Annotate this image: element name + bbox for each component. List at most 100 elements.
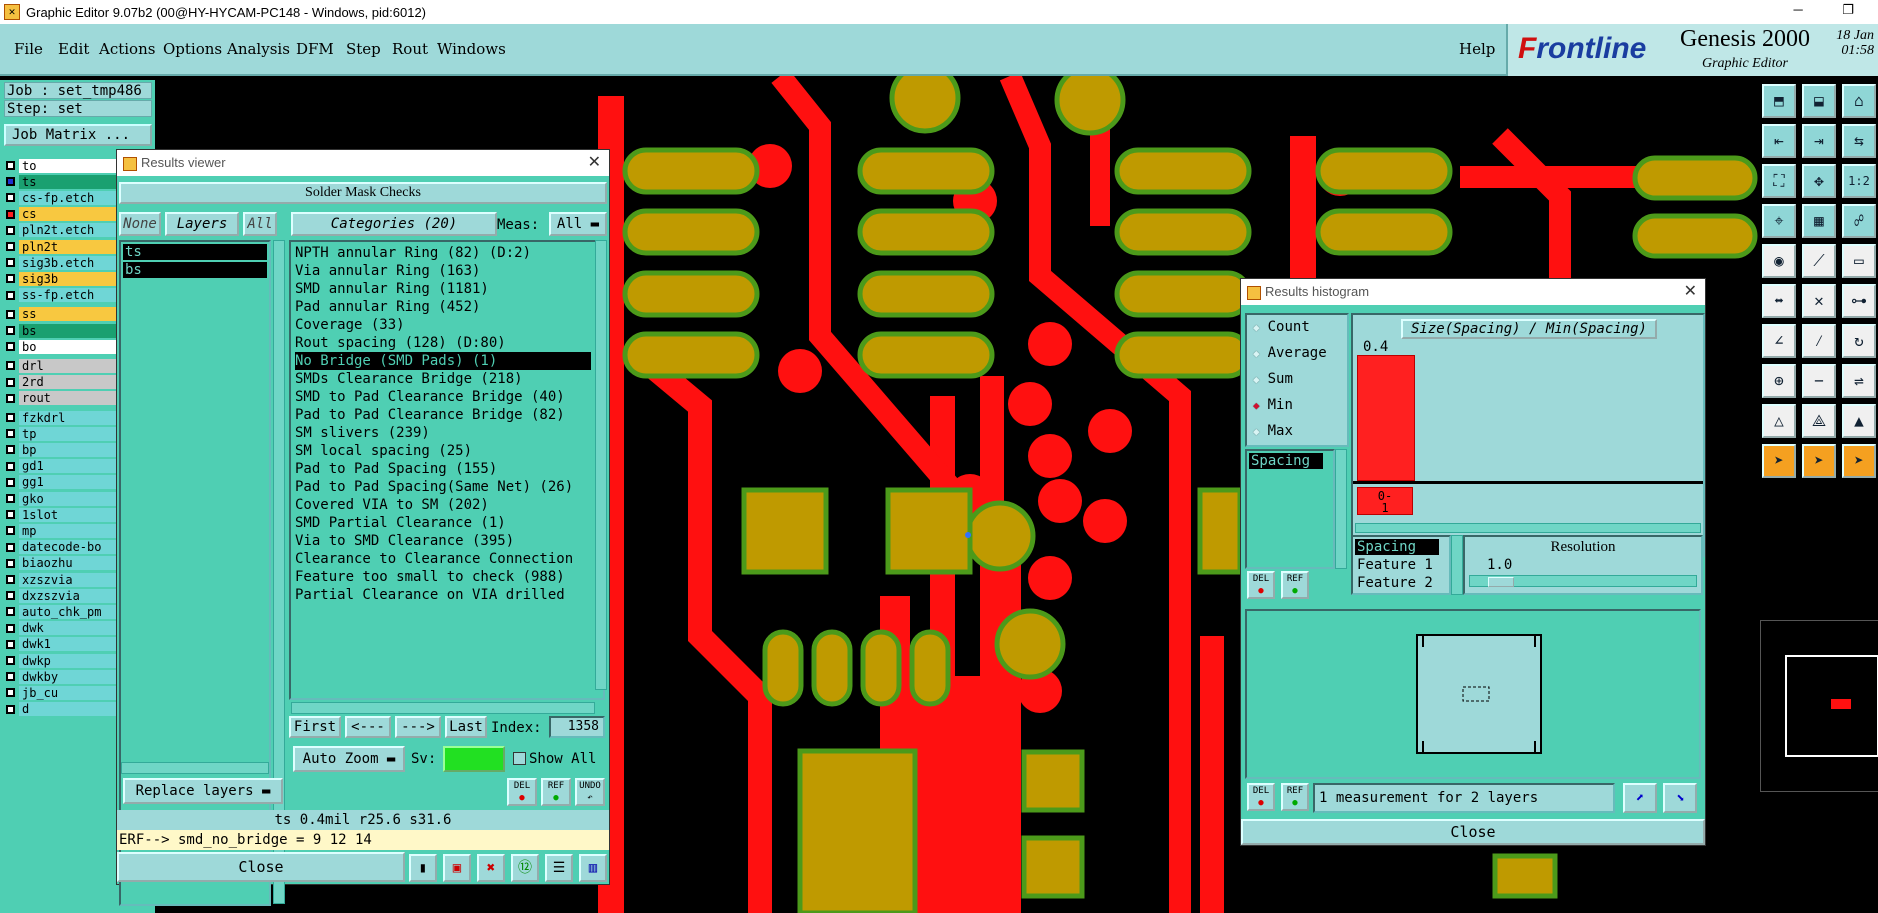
category-item[interactable]: Partial Clearance on VIA drilled	[295, 586, 565, 604]
layer-checkbox[interactable]	[6, 591, 15, 601]
layer-checkbox[interactable]	[6, 445, 15, 455]
tool-2-icon[interactable]: ▣	[443, 854, 471, 882]
layer-checkbox[interactable]	[6, 209, 15, 219]
category-item[interactable]: NPTH annular Ring (82) (D:2)	[295, 244, 531, 262]
tool-5-icon[interactable]: ☰	[545, 854, 573, 882]
layer-name[interactable]: pln2t	[19, 239, 118, 254]
layer-name[interactable]: dwk	[19, 621, 118, 636]
layer-row-d[interactable]: d	[6, 702, 118, 717]
node-icon[interactable]: ⊶	[1842, 284, 1876, 318]
layer-checkbox[interactable]	[6, 494, 15, 503]
categories-scrollbar[interactable]	[595, 240, 607, 690]
radio-diamond-icon[interactable]: ◆	[1253, 399, 1260, 412]
triangle3-icon[interactable]: ▲	[1842, 404, 1876, 438]
minus-icon[interactable]: −	[1802, 364, 1836, 398]
layer-checkbox[interactable]	[6, 639, 15, 649]
layer-row-biaozhu[interactable]: biaozhu	[6, 556, 118, 571]
menu-step[interactable]: Step	[346, 40, 381, 58]
selected-layer-bs[interactable]: bs	[123, 262, 267, 278]
layer-row-sig3b.etch[interactable]: sig3b.etch	[6, 255, 118, 270]
layer-row-dwkby[interactable]: dwkby	[6, 669, 118, 684]
layer-name[interactable]: fzkdrl	[19, 410, 118, 425]
sv-color-dropdown[interactable]	[443, 746, 505, 772]
undo-button[interactable]: UNDO ↶	[575, 778, 605, 806]
layer-name[interactable]: gko	[19, 491, 118, 506]
menu-dfm[interactable]: DFM	[296, 40, 334, 58]
layer-name[interactable]: gd1	[19, 459, 118, 474]
arc-icon[interactable]: ↻	[1842, 324, 1876, 358]
layer-row-dwkp[interactable]: dwkp	[6, 653, 118, 668]
layer-checkbox[interactable]	[6, 672, 15, 682]
pointer3-icon[interactable]: ➤	[1842, 444, 1876, 478]
ruler-icon[interactable]: ▭	[1842, 244, 1876, 278]
layer-row-bs[interactable]: bs	[6, 323, 118, 338]
layer-row-dwk1[interactable]: dwk1	[6, 637, 118, 652]
layer-name[interactable]: dwkby	[19, 669, 118, 684]
menu-help[interactable]: Help	[1459, 40, 1495, 58]
layer-row-jb_cu[interactable]: jb_cu	[6, 685, 118, 700]
layer-name[interactable]: dwkp	[19, 653, 118, 668]
save-icon[interactable]: ⬓	[1802, 84, 1836, 118]
add-point-icon[interactable]: ⊕	[1762, 364, 1796, 398]
ref-button[interactable]: REF ●	[541, 778, 571, 806]
category-item[interactable]: No Bridge (SMD Pads) (1)	[295, 352, 591, 370]
category-item[interactable]: SM local spacing (25)	[295, 442, 472, 460]
layer-name[interactable]: ts	[19, 174, 118, 189]
layer-name[interactable]: cs-fp.etch	[19, 190, 118, 205]
layer-name[interactable]: sig3b	[19, 271, 118, 286]
layer-checkbox[interactable]	[6, 258, 15, 268]
layer-row-gko[interactable]: gko	[6, 491, 118, 506]
layer-name[interactable]: dwk1	[19, 637, 118, 652]
feature-field-list[interactable]: Spacing Feature 1 Feature 2	[1351, 535, 1451, 595]
layer-checkbox[interactable]	[6, 242, 15, 251]
category-item[interactable]: SMDs Clearance Bridge (218)	[295, 370, 523, 388]
line-icon[interactable]: ∠	[1762, 324, 1796, 358]
ratio-icon[interactable]: 1:2	[1842, 164, 1876, 198]
category-item[interactable]: Coverage (33)	[295, 316, 405, 334]
field-feature-1[interactable]: Feature 1	[1357, 557, 1433, 573]
pointer2-icon[interactable]: ➤	[1802, 444, 1836, 478]
first-button[interactable]: First	[289, 716, 341, 738]
close-icon[interactable]: ✕	[588, 150, 601, 176]
histogram-chart[interactable]: Size(Spacing) / Min(Spacing) 0.4 0- 1	[1351, 313, 1705, 557]
flip-icon[interactable]: ⇌	[1842, 364, 1876, 398]
aggregate-option-max[interactable]: ◆ Max	[1253, 423, 1293, 439]
layer-name[interactable]: bs	[19, 323, 118, 338]
open-icon[interactable]: ⬒	[1762, 84, 1796, 118]
layer-name[interactable]: 2rd	[19, 375, 118, 390]
layer-name[interactable]: to	[19, 158, 118, 173]
layer-row-pln2t[interactable]: pln2t	[6, 239, 118, 254]
layer-row-cs-fp.etch[interactable]: cs-fp.etch	[6, 190, 118, 205]
layer-checkbox[interactable]	[6, 393, 15, 403]
layer-name[interactable]: gg1	[19, 475, 118, 490]
layer-checkbox[interactable]	[6, 326, 15, 335]
shape-icon[interactable]: ⟋	[1802, 244, 1836, 278]
layer-checkbox[interactable]	[6, 342, 15, 352]
job-matrix-button[interactable]: Job Matrix ...	[4, 124, 152, 146]
layer-row-drl[interactable]: drl	[6, 358, 118, 373]
category-item[interactable]: Pad annular Ring (452)	[295, 298, 480, 316]
layer-checkbox[interactable]	[6, 161, 15, 170]
field-spacing-selected[interactable]: Spacing	[1355, 539, 1439, 555]
layer-name[interactable]: pln2t.etch	[19, 223, 118, 238]
category-item[interactable]: SMD annular Ring (1181)	[295, 280, 489, 298]
layer-checkbox[interactable]	[6, 558, 15, 568]
layer-name[interactable]: cs	[19, 207, 118, 222]
layer-row-cs[interactable]: cs	[6, 207, 118, 222]
category-item[interactable]: SMD to Pad Clearance Bridge (40)	[295, 388, 565, 406]
del-button[interactable]: DEL ●	[507, 778, 537, 806]
preview-del-button[interactable]: DEL ●	[1247, 783, 1275, 811]
radio-diamond-icon[interactable]: ◆	[1253, 373, 1260, 386]
layer-row-gd1[interactable]: gd1	[6, 459, 118, 474]
layer-name[interactable]: jb_cu	[19, 685, 118, 700]
prev-button[interactable]: <---	[345, 716, 391, 738]
tool-4-icon[interactable]: ⑫	[511, 854, 539, 882]
layer-checkbox[interactable]	[6, 225, 15, 235]
layer-name[interactable]: 1slot	[19, 507, 118, 522]
layer-row-auto_chk_pm[interactable]: auto_chk_pm	[6, 604, 118, 619]
tool-6-icon[interactable]: ▥	[579, 854, 607, 882]
category-item[interactable]: SMD Partial Clearance (1)	[295, 514, 506, 532]
layer-checkbox[interactable]	[6, 526, 15, 536]
layer-checkbox[interactable]	[6, 377, 15, 387]
category-item[interactable]: Via annular Ring (163)	[295, 262, 480, 280]
